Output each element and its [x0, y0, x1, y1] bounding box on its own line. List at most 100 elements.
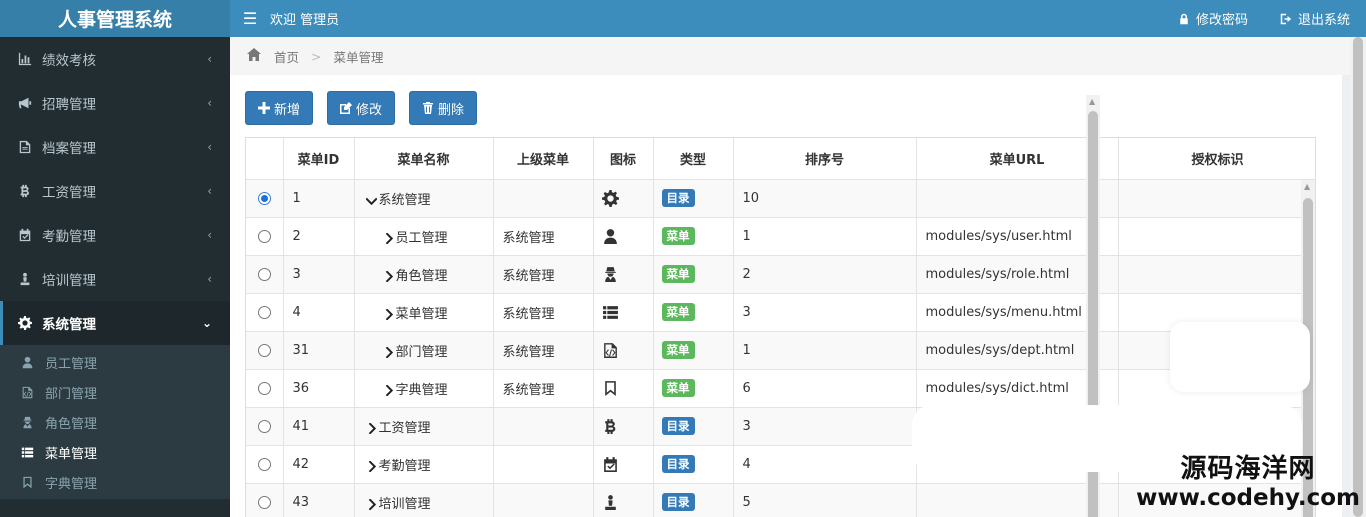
- list-icon: [21, 447, 33, 457]
- chevron-down-icon: ⌄: [201, 316, 212, 330]
- row-select-radio[interactable]: [257, 419, 271, 433]
- select-column-header: [246, 138, 284, 180]
- sidebar-subitem[interactable]: 员工管理: [0, 347, 230, 377]
- cell-name[interactable]: 字典管理: [354, 369, 494, 408]
- column-header[interactable]: 菜单名称: [354, 138, 494, 180]
- chevron-left-icon: ‹: [207, 52, 212, 66]
- cell-name[interactable]: 角色管理: [354, 255, 494, 294]
- table-row[interactable]: 31 部门管理 系统管理 菜单 1 modules/sys/dept.html: [246, 331, 1315, 370]
- cell-name[interactable]: 员工管理: [354, 217, 494, 256]
- cell-icon: [593, 483, 654, 517]
- add-button-label: 新增: [274, 102, 301, 118]
- sidebar-item[interactable]: 招聘管理 ‹: [0, 81, 230, 125]
- column-header[interactable]: 图标: [593, 138, 654, 180]
- table-row[interactable]: 36 字典管理 系统管理 菜单 6 modules/sys/dict.html: [246, 369, 1315, 408]
- user-training-icon: [604, 494, 616, 510]
- home-icon[interactable]: [246, 47, 262, 66]
- file-code-icon: [22, 386, 32, 398]
- top-navbar: ☰ 欢迎 管理员 修改密码 退出系统: [230, 0, 1366, 37]
- cell-name[interactable]: 系统管理: [354, 179, 494, 218]
- row-select-radio[interactable]: [257, 381, 271, 395]
- type-badge: 菜单: [661, 341, 695, 359]
- sidebar-toggle-icon[interactable]: ☰: [230, 9, 270, 28]
- column-header[interactable]: 菜单ID: [283, 138, 355, 180]
- cell-name[interactable]: 培训管理: [354, 483, 494, 517]
- chevron-right-icon: [368, 498, 376, 510]
- sidebar-submenu: 员工管理 部门管理 角色管理 菜单管理 字典管理: [0, 345, 230, 499]
- table-row[interactable]: 4 菜单管理 系统管理 菜单 3 modules/sys/menu.html: [246, 293, 1315, 332]
- cell-parent: 系统管理: [493, 369, 594, 408]
- chevron-left-icon: ‹: [207, 272, 212, 286]
- sidebar-subitem[interactable]: 菜单管理: [0, 437, 230, 467]
- row-select-radio[interactable]: [257, 305, 271, 319]
- cell-order: 1: [733, 217, 917, 256]
- cell-parent: [493, 445, 594, 484]
- cell-id: 36: [283, 369, 355, 408]
- cell-parent: 系统管理: [493, 293, 594, 332]
- cell-icon: [593, 217, 654, 256]
- bitcoin-icon: [20, 184, 29, 198]
- sidebar-subitem[interactable]: 字典管理: [0, 467, 230, 497]
- edit-button[interactable]: 修改: [327, 91, 396, 125]
- delete-button[interactable]: 删除: [409, 91, 478, 125]
- chevron-right-icon: [385, 270, 393, 282]
- column-header[interactable]: 排序号: [733, 138, 917, 180]
- chevron-right-icon: [385, 346, 393, 358]
- row-select-radio[interactable]: [257, 267, 271, 281]
- sidebar-subitem[interactable]: 角色管理: [0, 407, 230, 437]
- sidebar-subitem[interactable]: 部门管理: [0, 377, 230, 407]
- sidebar-item[interactable]: 培训管理 ‹: [0, 257, 230, 301]
- sidebar-item[interactable]: 档案管理 ‹: [0, 125, 230, 169]
- row-select-radio[interactable]: [257, 343, 271, 357]
- change-password-link[interactable]: 修改密码: [1162, 0, 1264, 37]
- cell-type: 菜单: [653, 255, 734, 294]
- edit-icon: [340, 102, 353, 114]
- page-scrollbar-thumb[interactable]: [1353, 37, 1363, 517]
- row-select-radio[interactable]: [257, 457, 271, 471]
- row-select-radio[interactable]: [257, 229, 271, 243]
- menu-name: 字典管理: [395, 382, 448, 398]
- column-header[interactable]: 授权标识: [1118, 138, 1315, 180]
- menu-name: 考勤管理: [378, 458, 431, 474]
- menu-name: 角色管理: [395, 268, 448, 284]
- cell-id: 2: [283, 217, 355, 256]
- cell-name[interactable]: 考勤管理: [354, 445, 494, 484]
- breadcrumb-home[interactable]: 首页: [274, 47, 299, 66]
- column-header[interactable]: 上级菜单: [493, 138, 594, 180]
- sidebar-item-label: 培训管理: [42, 273, 96, 289]
- user-secret-icon: [604, 266, 616, 282]
- sidebar-item[interactable]: 考勤管理 ‹: [0, 213, 230, 257]
- column-header[interactable]: 类型: [653, 138, 734, 180]
- table-row[interactable]: 2 员工管理 系统管理 菜单 1 modules/sys/user.html: [246, 217, 1315, 256]
- page-scrollbar[interactable]: [1350, 37, 1366, 517]
- chevron-right-icon: [385, 232, 393, 244]
- type-badge: 目录: [661, 455, 695, 473]
- chevron-down-icon: [365, 197, 377, 205]
- table-row[interactable]: 3 角色管理 系统管理 菜单 2 modules/sys/role.html: [246, 255, 1315, 294]
- watermark-en: www.codehy.com: [1136, 485, 1360, 511]
- add-button[interactable]: 新增: [245, 91, 314, 125]
- type-badge: 目录: [661, 417, 695, 435]
- bitcoin-icon: [604, 418, 615, 434]
- app-logo[interactable]: 人事管理系统: [0, 0, 230, 37]
- row-select-radio[interactable]: [257, 191, 271, 205]
- sidebar-item[interactable]: 系统管理 ⌄: [0, 301, 230, 345]
- logout-link[interactable]: 退出系统: [1264, 0, 1366, 37]
- type-badge: 目录: [661, 493, 695, 511]
- cell-name[interactable]: 菜单管理: [354, 293, 494, 332]
- cell-id: 1: [283, 179, 355, 218]
- row-select-radio[interactable]: [257, 495, 271, 509]
- file-code-icon: [603, 342, 617, 358]
- bookmark-icon: [604, 380, 616, 396]
- sidebar-item[interactable]: 工资管理 ‹: [0, 169, 230, 213]
- overlay-blob: [1170, 322, 1310, 392]
- sidebar-item-label: 招聘管理: [42, 97, 96, 113]
- sidebar-item[interactable]: 绩效考核 ‹: [0, 37, 230, 81]
- menu-name: 菜单管理: [395, 306, 448, 322]
- cell-name[interactable]: 部门管理: [354, 331, 494, 370]
- chevron-left-icon: ‹: [207, 228, 212, 242]
- cell-name[interactable]: 工资管理: [354, 407, 494, 446]
- table-row[interactable]: 1 系统管理 目录 10: [246, 179, 1315, 218]
- cell-id: 3: [283, 255, 355, 294]
- cell-id: 31: [283, 331, 355, 370]
